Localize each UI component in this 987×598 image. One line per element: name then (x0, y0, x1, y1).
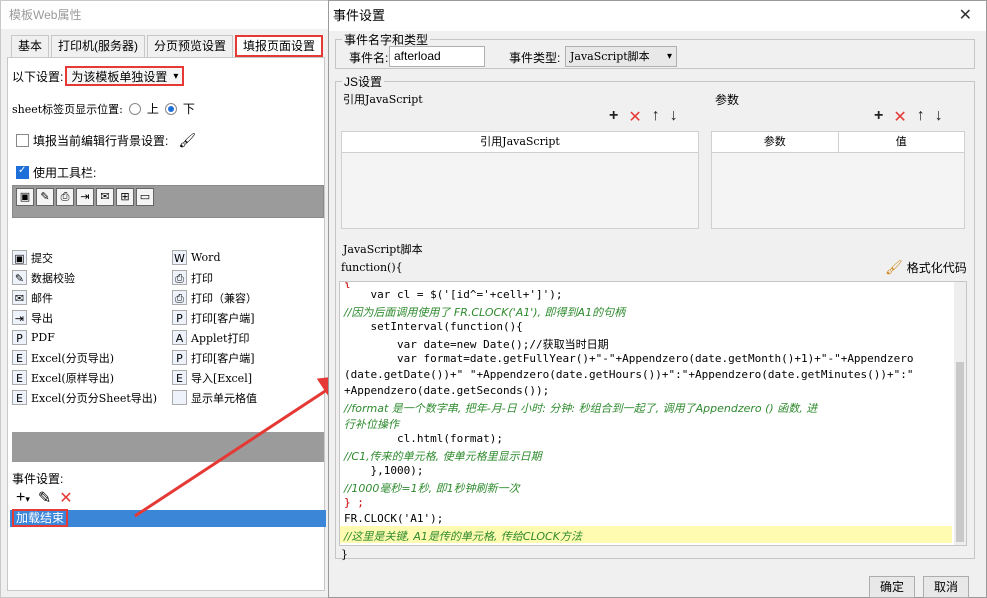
ref-js-label: 引用JavaScript (343, 93, 423, 106)
delete-icon[interactable]: ✕ (628, 107, 641, 127)
screen: 模板Web属性 基本 打印机(服务器) 分页预览设置 填报页面设置 以下设置: … (0, 0, 987, 598)
params-table-body[interactable] (711, 153, 965, 229)
ok-button[interactable]: 确定 (869, 576, 915, 598)
code-line: cl.html(format); (344, 432, 503, 445)
close-icon[interactable]: ✕ (959, 5, 972, 25)
event-settings-dialog: 事件设置 ✕ 事件名字和类型 事件名: afterload 事件类型: Java… (328, 0, 987, 598)
add-icon[interactable]: + (609, 107, 618, 127)
param-column[interactable]: 参数 (712, 132, 839, 152)
dialog-title: 事件设置 (329, 1, 986, 31)
event-name-label: 事件名: (349, 51, 389, 65)
arrow-down-icon[interactable]: ↓ (670, 107, 678, 127)
chevron-down-icon: ▾ (666, 51, 672, 62)
brush-icon: 🖌 (885, 259, 903, 275)
delete-icon[interactable]: ✕ (893, 107, 906, 127)
code-line: //1000毫秒=1秒, 即1秒钟刷新一次 (344, 482, 520, 495)
format-code-button[interactable]: 🖌 格式化代码 (885, 259, 967, 276)
event-type-label: 事件类型: (509, 51, 561, 65)
code-line: setInterval(function(){ (344, 320, 523, 333)
code-line: 行补位操作 (344, 418, 399, 431)
code-line: //这里是关键, A1是传的单元格, 传给CLOCK方法 (344, 530, 582, 543)
code-line: var format=date.getFullYear()+"-"+Append… (344, 352, 914, 365)
params-table-header: 参数 值 (711, 131, 965, 153)
ref-js-column[interactable]: 引用JavaScript (342, 132, 698, 152)
editor-scrollbar-thumb[interactable] (956, 362, 964, 542)
event-type-select[interactable]: JavaScript脚本 ▾ (565, 46, 677, 67)
code-line: //C1,传来的单元格, 使单元格里显示日期 (344, 450, 542, 463)
code-line: var date=new Date();//获取当时日期 (344, 338, 609, 351)
params-label: 参数 (715, 93, 740, 107)
ref-js-actions: + ✕ ↑ ↓ (609, 107, 678, 127)
arrow-down-icon[interactable]: ↓ (935, 107, 943, 127)
js-settings-legend: JS设置 (342, 73, 385, 90)
event-type-value: JavaScript脚本 (570, 50, 650, 63)
code-line: //因为后面调用使用了 FR.CLOCK('A1'), 即得到A1的句柄 (344, 306, 626, 319)
script-editor[interactable]: { var cl = $('[id^='+cell+']'); //因为后面调用… (339, 281, 967, 546)
code-line: (date.getDate())+" "+Appendzero(date.get… (344, 368, 914, 381)
event-name-input[interactable]: afterload (389, 46, 485, 67)
add-icon[interactable]: + (874, 107, 883, 127)
code-line: +Appendzero(date.getSeconds()); (344, 384, 550, 397)
code-line: } ; (344, 496, 364, 509)
params-actions: + ✕ ↑ ↓ (874, 107, 943, 127)
cancel-button[interactable]: 取消 (923, 576, 969, 598)
arrow-up-icon[interactable]: ↑ (652, 107, 660, 127)
code-line: FR.CLOCK('A1'); (344, 512, 444, 525)
value-column[interactable]: 值 (839, 132, 965, 152)
function-close: } (341, 548, 348, 561)
code-line: var cl = $('[id^='+cell+']'); (344, 288, 563, 301)
arrow-up-icon[interactable]: ↑ (917, 107, 925, 127)
script-label: JavaScript脚本 (343, 243, 423, 256)
code-line: //format 是一个数字串, 把年-月-日 小时: 分钟: 秒组合到一起了,… (344, 402, 818, 415)
format-code-label: 格式化代码 (906, 261, 967, 275)
editor-scrollbar[interactable] (954, 282, 966, 545)
ref-js-table-header: 引用JavaScript (341, 131, 699, 153)
ref-js-table-body[interactable] (341, 153, 699, 229)
code-line: },1000); (344, 464, 424, 477)
function-open: function(){ (341, 261, 403, 274)
